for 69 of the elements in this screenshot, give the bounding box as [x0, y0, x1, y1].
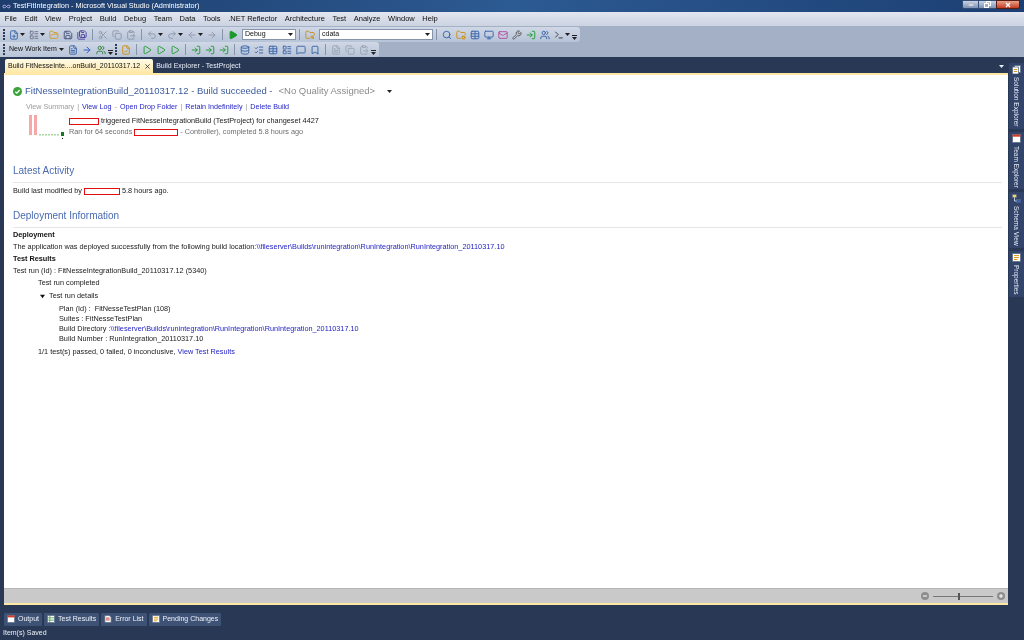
caret-icon[interactable]	[20, 33, 25, 36]
window-icon[interactable]	[7, 615, 15, 623]
table-icon[interactable]	[470, 29, 480, 40]
search-icon[interactable]	[442, 29, 452, 40]
minimize-button[interactable]	[962, 0, 979, 9]
restore-button[interactable]	[979, 0, 996, 9]
folder-gear-icon[interactable]	[456, 29, 466, 40]
redaction-mark	[134, 129, 179, 136]
checklist-icon[interactable]	[253, 44, 264, 55]
clipboard-icon[interactable]	[126, 29, 136, 40]
login-arrow-icon[interactable]	[204, 44, 215, 55]
zoom-slider-thumb[interactable]	[958, 592, 961, 600]
table-icon[interactable]	[267, 44, 278, 55]
message-icon[interactable]	[295, 44, 306, 55]
caret-icon[interactable]	[158, 33, 163, 36]
wrench-icon[interactable]	[512, 29, 522, 40]
check-circle-icon	[13, 86, 22, 96]
overflow-chevron-icon[interactable]	[370, 50, 376, 55]
document-icon[interactable]	[104, 615, 113, 623]
overflow-chevron-icon[interactable]	[107, 50, 113, 55]
caret-icon[interactable]	[387, 89, 393, 93]
window-icon[interactable]	[1011, 133, 1021, 143]
redaction-mark	[83, 187, 120, 195]
caret-icon[interactable]	[198, 33, 203, 36]
build-title: FitNesseIntegrationBuild_20110317.12 - Build succeeded -	[25, 83, 273, 98]
zoom-out-icon[interactable]	[921, 592, 929, 600]
login-arrow-icon[interactable]	[526, 29, 536, 40]
database-icon[interactable]	[239, 44, 250, 55]
play-icon[interactable]	[169, 44, 180, 55]
quality-dropdown[interactable]: <No Quality Assigned>	[278, 83, 376, 99]
section-heading: Latest Activity	[13, 165, 75, 176]
dropdown-icon[interactable]	[999, 65, 1004, 68]
zoom-in-icon[interactable]	[997, 592, 1005, 600]
play-icon[interactable]	[228, 29, 238, 40]
save-icon[interactable]	[63, 29, 73, 40]
bookmark-icon[interactable]	[309, 44, 320, 55]
table-icon[interactable]	[47, 615, 55, 623]
close-icon[interactable]	[145, 63, 151, 69]
diagram-icon[interactable]	[1011, 194, 1021, 204]
caret-icon[interactable]	[288, 33, 293, 36]
scissors-icon[interactable]	[98, 29, 108, 40]
section-heading: Deployment Information	[13, 210, 120, 221]
caret-icon[interactable]	[178, 33, 183, 36]
caret-icon[interactable]	[58, 48, 64, 51]
login-arrow-icon[interactable]	[190, 44, 201, 55]
play-icon[interactable]	[141, 44, 152, 55]
file-check-icon[interactable]	[120, 44, 131, 55]
caret-icon[interactable]	[425, 33, 430, 36]
folder-search-icon[interactable]	[305, 29, 315, 40]
infinity-logo-icon	[2, 3, 11, 9]
right-arrow-icon[interactable]	[81, 44, 92, 55]
list-icon[interactable]	[151, 615, 160, 623]
copy-icon[interactable]	[112, 29, 122, 40]
close-button[interactable]	[996, 0, 1020, 9]
clipboard-icon[interactable]	[358, 44, 369, 55]
caret-icon[interactable]	[565, 33, 570, 36]
monitor-icon[interactable]	[484, 29, 494, 40]
play-icon[interactable]	[155, 44, 166, 55]
envelope-icon[interactable]	[498, 29, 508, 40]
list-icon[interactable]	[1011, 253, 1021, 263]
caret-icon[interactable]	[40, 33, 45, 36]
redaction-mark	[69, 118, 99, 125]
pages-icon[interactable]	[1011, 65, 1021, 74]
expanded-triangle-icon[interactable]	[40, 293, 45, 299]
save-all-icon[interactable]	[77, 29, 87, 40]
users-icon[interactable]	[540, 29, 550, 40]
overflow-chevron-icon[interactable]	[572, 35, 577, 40]
login-arrow-icon[interactable]	[218, 44, 229, 55]
toolbar-grip-icon[interactable]	[114, 44, 117, 55]
